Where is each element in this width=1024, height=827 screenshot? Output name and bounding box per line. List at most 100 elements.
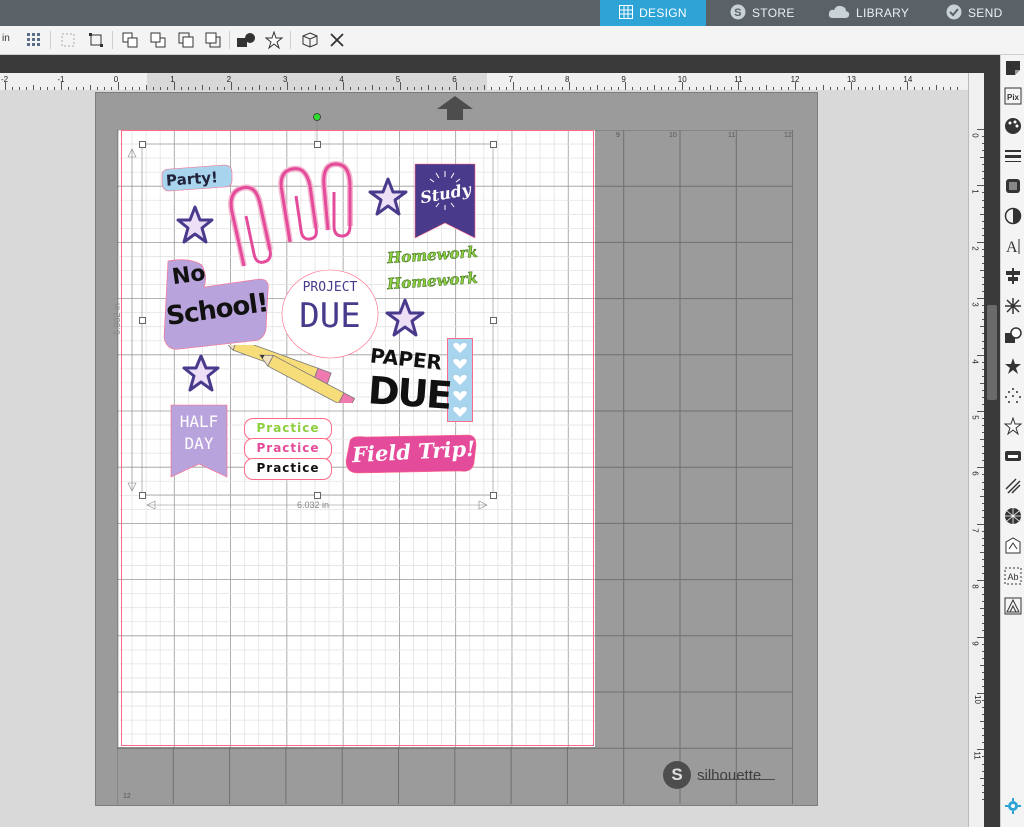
- ruler-tick: [230, 82, 232, 90]
- check-circle-icon: [946, 4, 962, 23]
- replicate-icon[interactable]: [1004, 297, 1022, 315]
- palette-icon[interactable]: [1004, 117, 1022, 135]
- sticker-field-trip[interactable]: Field Trip!: [344, 433, 478, 475]
- text-style-icon[interactable]: A: [1004, 237, 1022, 255]
- trace-icon[interactable]: [1004, 387, 1022, 405]
- modify-icon[interactable]: [1004, 327, 1022, 345]
- align-icon[interactable]: [1004, 267, 1022, 285]
- ruler-tick: [512, 82, 514, 90]
- store-icon: S: [730, 4, 746, 23]
- rhinestone-icon[interactable]: [1004, 507, 1022, 525]
- pixscan-icon[interactable]: Pix: [1004, 87, 1022, 105]
- ungroup-icon[interactable]: [86, 30, 106, 50]
- sticker-pencils[interactable]: [214, 345, 359, 403]
- mat-col-label: 11: [728, 132, 736, 139]
- star-doodle-icon[interactable]: [385, 297, 425, 341]
- tab-store[interactable]: S STORE: [730, 0, 795, 26]
- mat-col-label: 12: [784, 132, 792, 139]
- horizontal-ruler[interactable]: -2 -1 0 1 2 3 4 5 6 7 8 9 10 11 12 13 14: [0, 73, 968, 91]
- design-store-icon[interactable]: [1004, 597, 1022, 615]
- ruler-label: 8: [970, 584, 980, 589]
- svg-text:Ab: Ab: [1007, 572, 1018, 582]
- ruler-tick: [907, 82, 909, 90]
- print-cut-icon[interactable]: [1004, 447, 1022, 465]
- sticker-practice-black[interactable]: Practice: [244, 458, 332, 480]
- resize-handle[interactable]: [490, 492, 497, 499]
- bring-front-icon[interactable]: [120, 30, 140, 50]
- fill-pattern-icon[interactable]: [1004, 177, 1022, 195]
- line-style-icon[interactable]: [1004, 147, 1022, 165]
- shapes-icon[interactable]: [236, 30, 256, 50]
- ruler-label: 5: [970, 415, 980, 420]
- sticker-practice-pink[interactable]: Practice: [244, 438, 332, 460]
- ruler-label: 9: [970, 640, 980, 646]
- sticker-study[interactable]: Study: [414, 163, 476, 239]
- resize-handle[interactable]: [139, 317, 146, 324]
- silhouette-logo: S silhouette: [663, 761, 775, 789]
- star-doodle-icon[interactable]: [368, 176, 408, 220]
- silhouette-brand-text: silhouette: [697, 766, 762, 784]
- sticker-paperclips[interactable]: [212, 158, 362, 273]
- page-setup-icon[interactable]: [1004, 59, 1022, 77]
- resize-handle[interactable]: [490, 317, 497, 324]
- tab-send-label: SEND: [968, 6, 1003, 20]
- sticker-hearts-strip[interactable]: [447, 338, 473, 422]
- sticker-homework-text-2: Homework: [386, 268, 479, 294]
- resize-handle[interactable]: [139, 141, 146, 148]
- star-icon[interactable]: [264, 30, 284, 50]
- sticker-project-text: PROJECT: [302, 280, 358, 295]
- tab-design[interactable]: DESIGN: [600, 0, 706, 26]
- top-nav-bar: DESIGN S STORE LIBRARY SEND: [0, 0, 1024, 26]
- sketch-icon[interactable]: [1004, 477, 1022, 495]
- tab-send[interactable]: SEND: [946, 0, 1003, 26]
- settings-gear-icon[interactable]: [1004, 797, 1022, 815]
- mat-bottom-label: 12: [123, 793, 131, 800]
- sticker-homework[interactable]: Homework Homework: [383, 243, 483, 300]
- vertical-scrollbar[interactable]: [984, 55, 1000, 827]
- tab-store-label: STORE: [752, 6, 795, 20]
- sticker-no-school[interactable]: No School!: [160, 257, 272, 353]
- ruler-label: 4: [970, 358, 980, 364]
- resize-handle[interactable]: [490, 141, 497, 148]
- group-icon[interactable]: [58, 30, 78, 50]
- sticker-practice-text-2: Practice: [256, 441, 320, 455]
- sticker-paper-due[interactable]: PAPER DUE: [364, 343, 452, 427]
- sticker-half-text: HALF: [179, 412, 219, 431]
- sticker-half-day[interactable]: HALF DAY: [170, 404, 228, 478]
- sticker-day-text: DAY: [184, 434, 214, 453]
- vertical-ruler[interactable]: 0 1 2 3 4 5 6 7 8 9 10 11: [968, 73, 985, 827]
- ruler-label: 0: [970, 133, 980, 138]
- send-backward-icon[interactable]: [203, 30, 223, 50]
- tab-library[interactable]: LIBRARY: [828, 0, 909, 26]
- right-tool-panel: Pix A Ab: [1000, 55, 1024, 827]
- svg-text:S: S: [734, 7, 742, 19]
- box-3d-icon[interactable]: [300, 30, 320, 50]
- resize-handle[interactable]: [314, 492, 321, 499]
- emboss-icon[interactable]: [1004, 537, 1022, 555]
- units-label: in: [2, 33, 10, 44]
- close-icon[interactable]: [327, 30, 347, 50]
- ruler-label: 11: [972, 751, 982, 761]
- resize-handle[interactable]: [314, 141, 321, 148]
- svg-text:A: A: [1006, 239, 1018, 255]
- star-outline-icon[interactable]: [1004, 417, 1022, 435]
- ruler-tick: [681, 82, 683, 90]
- sticker-practice-green[interactable]: Practice: [244, 418, 332, 440]
- sticker-no-text: No: [170, 260, 208, 291]
- transparency-icon[interactable]: [1004, 207, 1022, 225]
- toolbar: in: [0, 26, 1024, 55]
- resize-handle[interactable]: [139, 492, 146, 499]
- grid-dots-icon[interactable]: [24, 30, 44, 50]
- tab-design-label: DESIGN: [639, 6, 687, 20]
- sticker-practice-text-3: Practice: [256, 461, 320, 475]
- scrollbar-thumb[interactable]: [987, 305, 997, 400]
- ruler-tick: [794, 82, 796, 90]
- ruler-label: 2: [970, 246, 980, 251]
- bring-forward-icon[interactable]: [176, 30, 196, 50]
- offset-star-icon[interactable]: [1004, 357, 1022, 375]
- star-doodle-icon[interactable]: [176, 204, 214, 248]
- sticker-practice-text-1: Practice: [256, 421, 320, 435]
- send-back-icon[interactable]: [148, 30, 168, 50]
- font-library-icon[interactable]: Ab: [1004, 567, 1022, 585]
- sticker-paper-due-text: DUE: [366, 368, 452, 418]
